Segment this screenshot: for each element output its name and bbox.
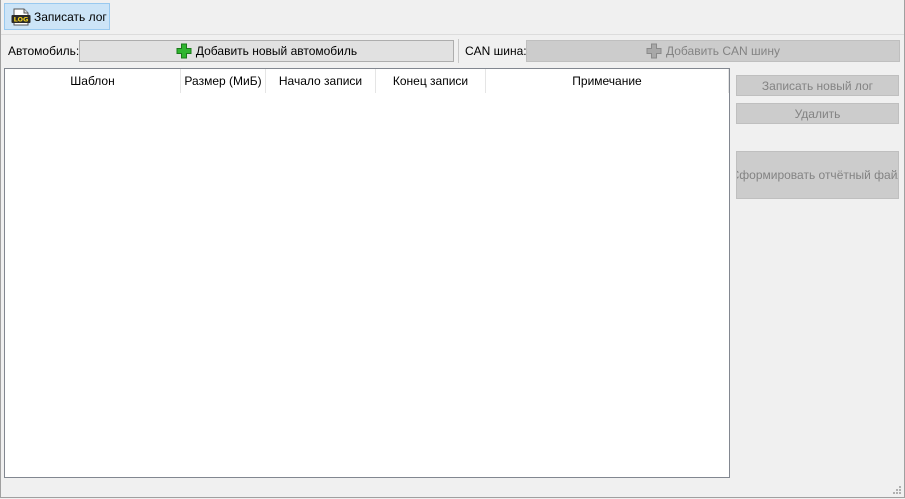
size-grip-icon[interactable] <box>891 484 902 495</box>
can-label: CAN шина: <box>465 44 527 58</box>
log-file-icon: LOG <box>11 8 31 26</box>
add-car-button[interactable]: Добавить новый автомобиль <box>79 40 454 62</box>
table-header: Шаблон Размер (МиБ) Начало записи Конец … <box>5 69 729 93</box>
plus-icon <box>176 43 192 59</box>
main-window: LOG Записать лог Автомобиль: Добавить но… <box>0 0 905 498</box>
write-log-tool-button[interactable]: LOG Записать лог <box>4 3 110 30</box>
status-bar <box>1 481 904 497</box>
column-header-start[interactable]: Начало записи <box>266 69 376 93</box>
generate-report-button[interactable]: Сформировать отчётный файл <box>736 151 899 199</box>
column-header-note[interactable]: Примечание <box>486 69 729 93</box>
plus-icon <box>646 43 662 59</box>
add-car-label: Добавить новый автомобиль <box>195 44 358 58</box>
delete-button[interactable]: Удалить <box>736 103 899 124</box>
add-can-button[interactable]: Добавить CAN шину <box>526 40 900 62</box>
column-header-size[interactable]: Размер (МиБ) <box>181 69 266 93</box>
write-log-label: Записать лог <box>34 9 107 24</box>
add-can-label: Добавить CAN шину <box>666 44 780 58</box>
car-label: Автомобиль: <box>8 44 80 58</box>
toolbar: LOG Записать лог <box>1 0 904 35</box>
column-header-template[interactable]: Шаблон <box>5 69 181 93</box>
log-icon-text: LOG <box>14 15 29 23</box>
write-new-log-button[interactable]: Записать новый лог <box>736 75 899 96</box>
column-header-end[interactable]: Конец записи <box>376 69 486 93</box>
logs-table[interactable]: Шаблон Размер (МиБ) Начало записи Конец … <box>4 68 730 478</box>
row-divider <box>458 39 459 63</box>
